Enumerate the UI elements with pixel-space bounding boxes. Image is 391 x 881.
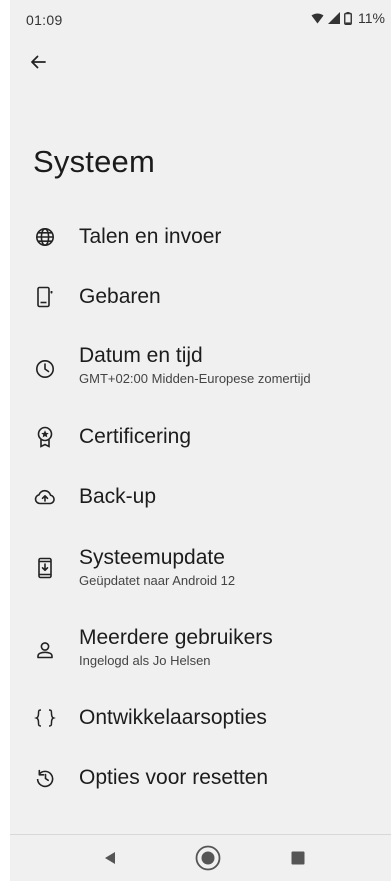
settings-screen: 01:09 11% Systeem Talen en invoer Gebare… xyxy=(10,0,391,881)
settings-item-label: Opties voor resetten xyxy=(79,766,269,789)
settings-item-gestures[interactable]: Gebaren xyxy=(10,277,391,317)
settings-item-certification[interactable]: Certificering xyxy=(10,417,391,457)
braces-icon xyxy=(34,707,56,729)
cloud-upload-icon xyxy=(34,486,56,508)
nav-recents-button[interactable] xyxy=(283,843,313,873)
settings-item-subtitle: GMT+02:00 Midden-Europese zomertijd xyxy=(79,371,311,386)
certificate-badge-icon xyxy=(34,426,56,448)
settings-item-label: Certificering xyxy=(79,425,192,448)
system-update-icon xyxy=(34,557,56,579)
settings-item-label: Talen en invoer xyxy=(79,225,222,248)
settings-item-languages[interactable]: Talen en invoer xyxy=(10,217,391,257)
settings-item-label: Back-up xyxy=(79,485,157,508)
settings-item-subtitle: Ingelogd als Jo Helsen xyxy=(79,653,211,668)
globe-icon xyxy=(34,226,56,248)
settings-item-label: Meerdere gebruikers xyxy=(79,626,273,649)
page-title: Systeem xyxy=(33,144,155,179)
navigation-bar xyxy=(10,834,391,881)
triangle-back-icon xyxy=(105,852,115,864)
settings-item-label: Ontwikkelaarsopties xyxy=(79,706,267,729)
settings-item-system-update[interactable]: Systeemupdate Geüpdatet naar Android 12 xyxy=(10,537,391,597)
settings-item-developer-options[interactable]: Ontwikkelaarsopties xyxy=(10,698,391,738)
home-circle-icon xyxy=(195,845,221,871)
battery-percentage: 11% xyxy=(358,10,385,26)
wifi-icon xyxy=(311,13,324,23)
gesture-phone-icon xyxy=(34,286,56,308)
status-icons: 11% xyxy=(311,10,385,26)
nav-back-button[interactable] xyxy=(95,843,125,873)
settings-item-label: Datum en tijd xyxy=(79,344,203,367)
battery-icon xyxy=(344,11,352,25)
settings-item-multiple-users[interactable]: Meerdere gebruikers Ingelogd als Jo Hels… xyxy=(10,617,391,677)
history-icon xyxy=(34,767,56,789)
nav-home-button[interactable] xyxy=(193,843,223,873)
person-icon xyxy=(34,639,56,661)
settings-item-subtitle: Geüpdatet naar Android 12 xyxy=(79,573,236,588)
back-button[interactable] xyxy=(24,48,52,76)
settings-item-backup[interactable]: Back-up xyxy=(10,477,391,517)
settings-item-date-time[interactable]: Datum en tijd GMT+02:00 Midden-Europese … xyxy=(10,337,391,397)
clock-icon xyxy=(34,358,56,380)
settings-item-label: Systeemupdate xyxy=(79,546,225,569)
cellular-signal-icon xyxy=(328,12,341,24)
arrow-back-icon xyxy=(31,55,46,69)
settings-item-reset-options[interactable]: Opties voor resetten xyxy=(10,758,391,798)
settings-item-label: Gebaren xyxy=(79,285,161,308)
status-bar: 01:09 11% xyxy=(10,0,391,40)
square-recents-icon xyxy=(291,851,305,865)
status-time: 01:09 xyxy=(26,12,63,28)
